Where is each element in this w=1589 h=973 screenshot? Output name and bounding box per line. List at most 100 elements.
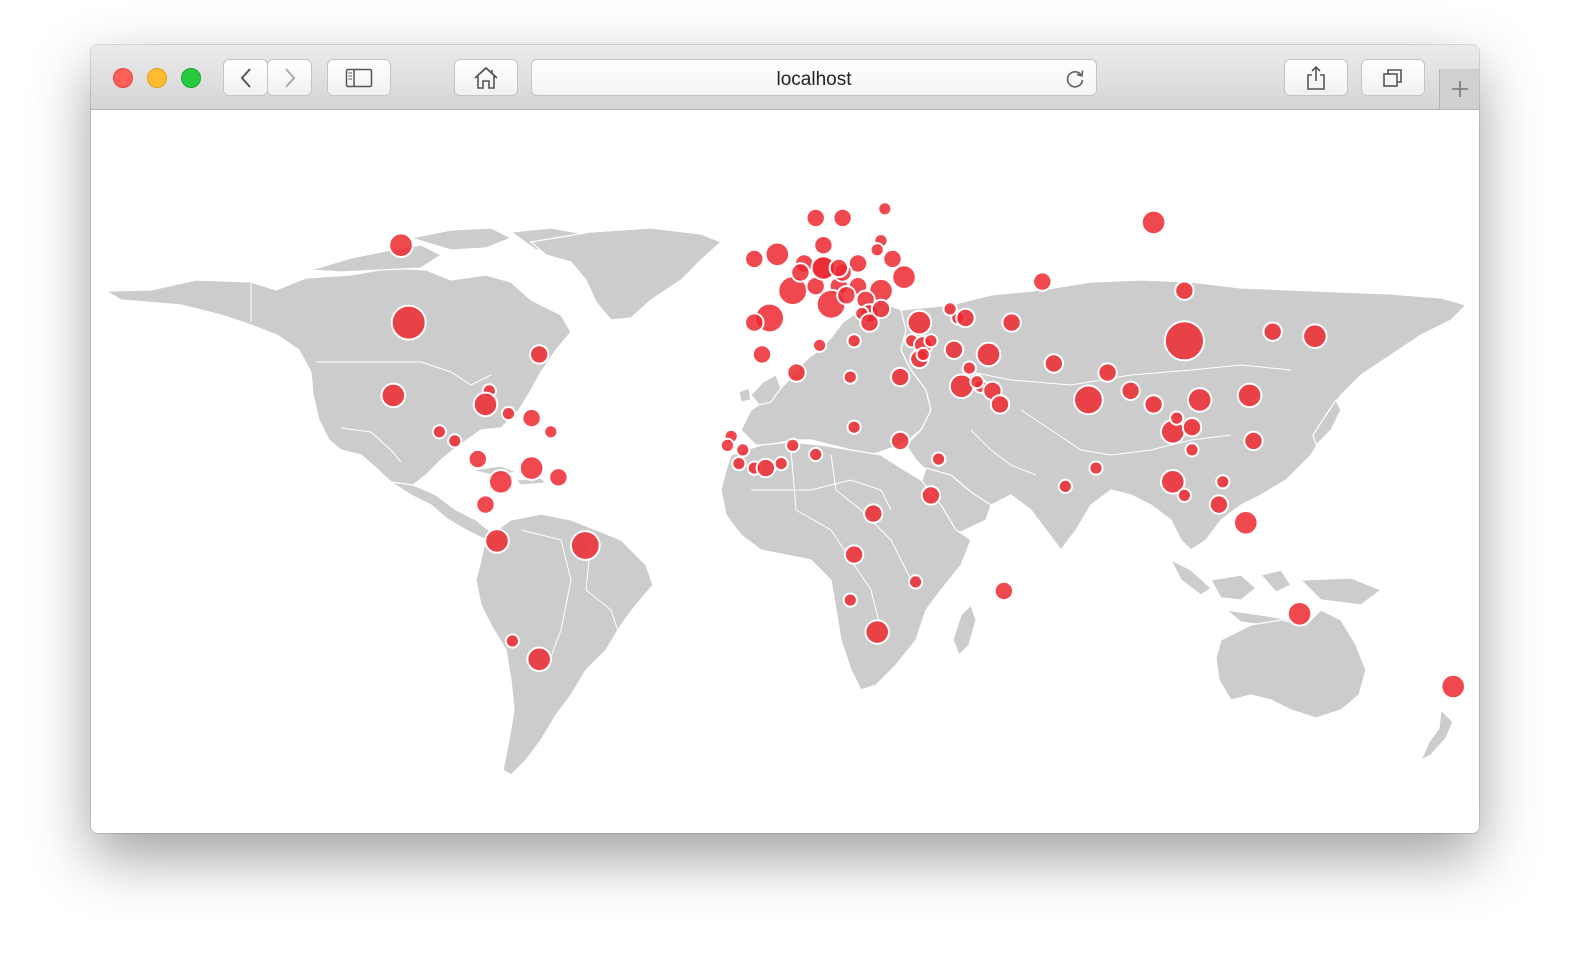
map-marker[interactable] bbox=[1440, 673, 1466, 700]
map-marker[interactable] bbox=[1176, 487, 1193, 503]
map-marker[interactable] bbox=[882, 248, 903, 270]
map-marker[interactable] bbox=[832, 207, 853, 229]
map-marker[interactable] bbox=[744, 248, 765, 270]
map-marker[interactable] bbox=[869, 242, 885, 258]
map-marker[interactable] bbox=[731, 456, 747, 472]
map-marker[interactable] bbox=[543, 424, 559, 440]
map-marker[interactable] bbox=[864, 619, 891, 645]
map-marker[interactable] bbox=[1032, 271, 1053, 292]
map-marker[interactable] bbox=[1140, 209, 1167, 236]
map-marker[interactable] bbox=[923, 333, 939, 349]
map-marker[interactable] bbox=[890, 366, 911, 388]
map-marker[interactable] bbox=[808, 446, 824, 463]
map-marker[interactable] bbox=[744, 312, 765, 333]
map-marker[interactable] bbox=[805, 207, 826, 229]
map-marker[interactable] bbox=[1286, 601, 1313, 627]
map-marker[interactable] bbox=[475, 494, 496, 515]
map-marker[interactable] bbox=[961, 360, 977, 376]
map-marker[interactable] bbox=[1262, 321, 1283, 342]
back-button[interactable] bbox=[223, 59, 268, 96]
map-marker[interactable] bbox=[504, 633, 520, 649]
map-marker[interactable] bbox=[842, 592, 858, 608]
share-button[interactable] bbox=[1284, 59, 1348, 96]
map-marker[interactable] bbox=[1169, 410, 1185, 426]
map-marker[interactable] bbox=[447, 433, 463, 449]
map-marker[interactable] bbox=[1088, 460, 1104, 476]
map-marker[interactable] bbox=[993, 580, 1015, 602]
reload-icon[interactable] bbox=[1064, 67, 1086, 89]
map-marker[interactable] bbox=[846, 333, 862, 349]
map-marker[interactable] bbox=[1120, 380, 1141, 401]
map-marker[interactable] bbox=[773, 456, 789, 472]
map-marker[interactable] bbox=[891, 264, 917, 290]
map-marker[interactable] bbox=[1174, 280, 1195, 301]
map-marker[interactable] bbox=[1057, 478, 1073, 494]
map-marker[interactable] bbox=[529, 344, 550, 365]
map-marker[interactable] bbox=[842, 369, 858, 385]
map-marker[interactable] bbox=[785, 437, 801, 453]
map-marker[interactable] bbox=[863, 503, 884, 524]
map-marker[interactable] bbox=[1236, 382, 1263, 409]
map-marker[interactable] bbox=[790, 262, 811, 283]
tabs-overview-button[interactable] bbox=[1361, 59, 1425, 96]
map-marker[interactable] bbox=[1233, 510, 1259, 536]
map-marker[interactable] bbox=[467, 448, 488, 470]
map-marker[interactable] bbox=[1001, 312, 1022, 333]
map-marker[interactable] bbox=[388, 232, 414, 258]
map-marker[interactable] bbox=[431, 424, 447, 440]
map-marker[interactable] bbox=[931, 451, 947, 467]
map-marker[interactable] bbox=[975, 341, 1002, 368]
map-marker[interactable] bbox=[908, 574, 924, 590]
sidebar-button[interactable] bbox=[327, 59, 391, 96]
map-marker[interactable] bbox=[755, 457, 776, 479]
map-marker[interactable] bbox=[1043, 353, 1064, 374]
map-marker[interactable] bbox=[920, 485, 942, 506]
map-marker[interactable] bbox=[870, 298, 892, 320]
map-marker[interactable] bbox=[906, 309, 933, 336]
map-marker[interactable] bbox=[1097, 362, 1118, 383]
map-marker[interactable] bbox=[390, 304, 427, 341]
map-marker[interactable] bbox=[812, 337, 828, 353]
map-marker[interactable] bbox=[786, 362, 807, 383]
map-marker[interactable] bbox=[764, 241, 791, 268]
map-marker[interactable] bbox=[521, 407, 542, 429]
map-marker[interactable] bbox=[969, 374, 985, 390]
map-marker[interactable] bbox=[915, 346, 931, 362]
map-marker[interactable] bbox=[846, 419, 862, 435]
map-marker[interactable] bbox=[877, 201, 893, 217]
home-button[interactable] bbox=[454, 59, 518, 96]
map-marker[interactable] bbox=[380, 382, 407, 409]
map-marker[interactable] bbox=[1243, 430, 1264, 452]
map-marker[interactable] bbox=[472, 391, 499, 418]
map-marker[interactable] bbox=[836, 285, 857, 306]
map-marker[interactable] bbox=[813, 235, 834, 256]
map-marker[interactable] bbox=[1184, 442, 1200, 458]
map-marker[interactable] bbox=[1186, 387, 1213, 413]
map-marker[interactable] bbox=[1208, 494, 1230, 515]
map-marker[interactable] bbox=[719, 437, 736, 453]
address-bar[interactable]: localhost bbox=[531, 59, 1097, 96]
map-marker[interactable] bbox=[890, 430, 911, 452]
map-marker[interactable] bbox=[526, 646, 553, 673]
map-marker[interactable] bbox=[1215, 474, 1231, 490]
map-marker[interactable] bbox=[500, 406, 517, 422]
map-marker[interactable] bbox=[548, 467, 569, 488]
map-marker[interactable] bbox=[942, 301, 958, 317]
map-marker[interactable] bbox=[751, 344, 773, 365]
map-marker[interactable] bbox=[948, 373, 975, 400]
map-marker[interactable] bbox=[843, 544, 865, 565]
map-marker[interactable] bbox=[828, 257, 849, 279]
zoom-window-button[interactable] bbox=[181, 68, 201, 88]
map-marker[interactable] bbox=[518, 455, 545, 481]
map-marker[interactable] bbox=[955, 307, 976, 329]
minimize-window-button[interactable] bbox=[147, 68, 167, 88]
map-marker[interactable] bbox=[943, 339, 965, 361]
new-tab-button[interactable] bbox=[1439, 69, 1479, 109]
map-marker[interactable] bbox=[484, 528, 510, 554]
map-marker[interactable] bbox=[1302, 323, 1328, 349]
map-marker[interactable] bbox=[569, 530, 601, 561]
map-marker[interactable] bbox=[488, 469, 514, 495]
map-marker[interactable] bbox=[735, 442, 751, 458]
map-marker[interactable] bbox=[989, 394, 1011, 415]
map-marker[interactable] bbox=[1181, 417, 1203, 438]
